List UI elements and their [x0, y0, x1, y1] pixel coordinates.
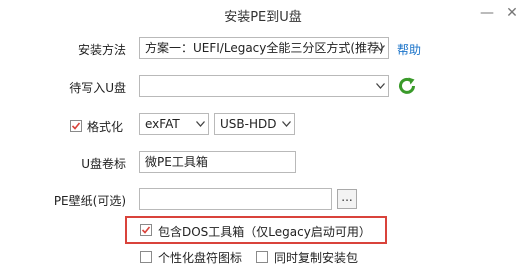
volume-label-label: U盘卷标	[81, 157, 126, 171]
minimize-button[interactable]: —	[478, 4, 496, 22]
format-checkbox[interactable]	[70, 120, 82, 132]
include-dos-checkbox[interactable]	[140, 224, 152, 236]
copy-installer-label: 同时复制安装包	[274, 251, 359, 265]
check-icon	[71, 122, 81, 130]
personalize-icon-checkbox[interactable]	[140, 251, 152, 263]
title-bar: 安装PE到U盘 — ✕	[0, 0, 526, 30]
help-link[interactable]: 帮助	[397, 41, 421, 58]
boot-mode-value: USB-HDD	[220, 117, 277, 131]
format-label: 格式化	[87, 120, 124, 134]
install-method-value: 方案一：UEFI/Legacy全能三分区方式(推荐)	[145, 41, 384, 55]
filesystem-select[interactable]: exFAT	[139, 113, 209, 135]
personalize-icon-label: 个性化盘符图标	[158, 251, 243, 265]
chevron-down-icon	[192, 114, 208, 134]
include-dos-label: 包含DOS工具箱（仅Legacy启动可用）	[158, 225, 371, 239]
chevron-down-icon	[372, 38, 388, 58]
boot-mode-select[interactable]: USB-HDD	[214, 113, 295, 135]
wallpaper-label: PE壁纸(可选)	[53, 194, 126, 208]
target-disk-label: 待写入U盘	[69, 81, 126, 95]
install-method-select[interactable]: 方案一：UEFI/Legacy全能三分区方式(推荐)	[139, 37, 389, 59]
copy-installer-checkbox[interactable]	[256, 251, 268, 263]
volume-label-input[interactable]: 微PE工具箱	[139, 151, 296, 173]
target-disk-select[interactable]	[139, 75, 389, 97]
filesystem-value: exFAT	[145, 117, 180, 131]
chevron-down-icon	[278, 114, 294, 134]
check-icon	[141, 226, 151, 234]
install-method-label: 安装方法	[77, 43, 126, 57]
browse-button[interactable]: ...	[337, 189, 357, 209]
window-title: 安装PE到U盘	[224, 10, 302, 25]
chevron-down-icon	[372, 76, 388, 96]
refresh-icon[interactable]	[396, 75, 418, 97]
close-button[interactable]: ✕	[503, 4, 521, 22]
wallpaper-path-input[interactable]	[139, 188, 332, 210]
